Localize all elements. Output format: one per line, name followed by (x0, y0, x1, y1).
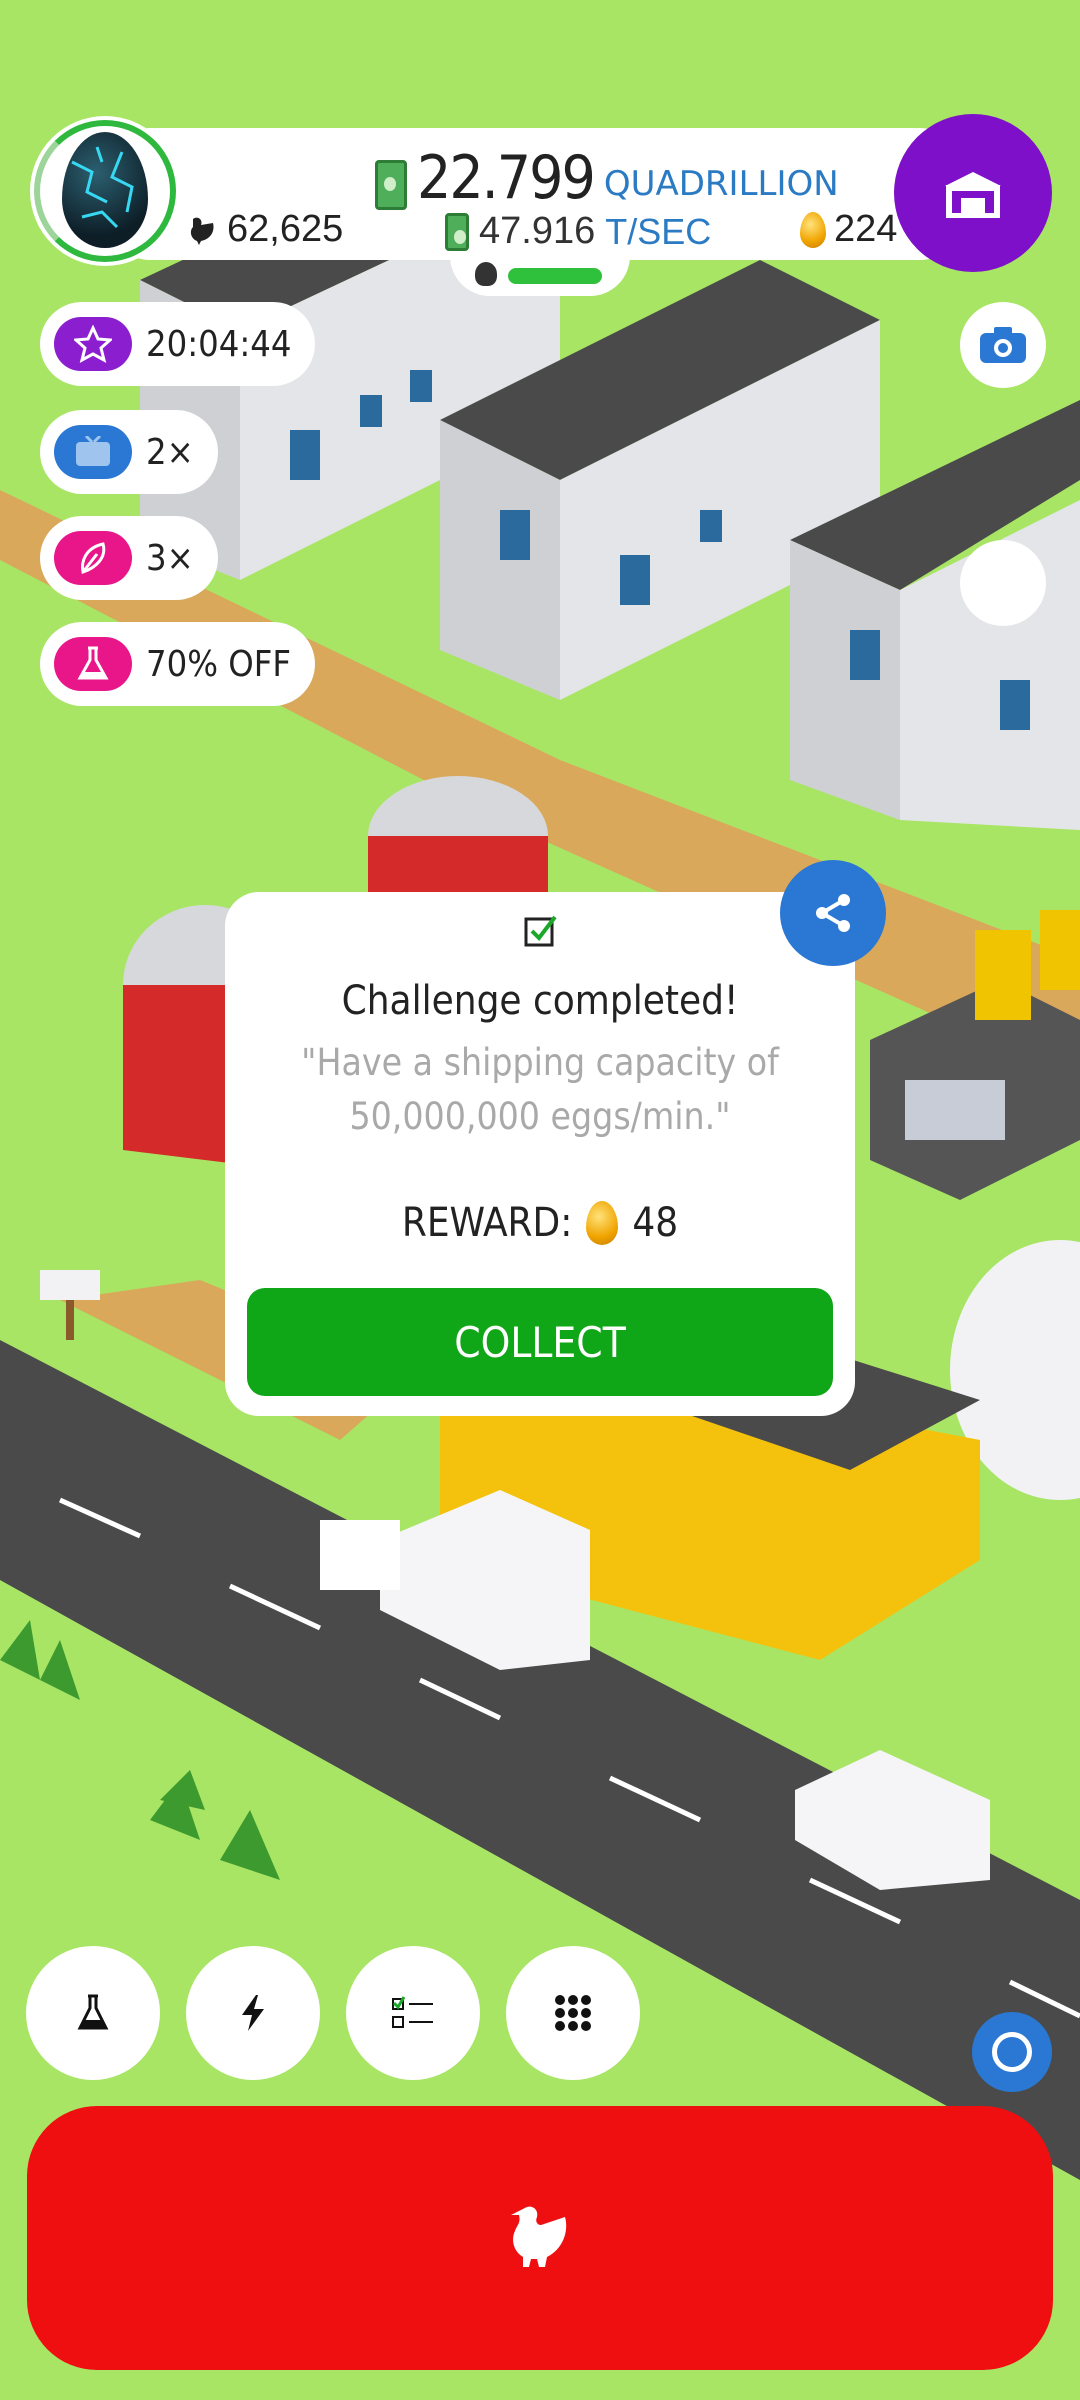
menu-button[interactable] (506, 1946, 640, 2080)
golden-egg-icon (800, 211, 826, 248)
flask-icon (54, 637, 132, 691)
missions-button[interactable] (346, 1946, 480, 2080)
chicken-count-value: 62,625 (227, 208, 344, 250)
video-boost-text: 2× (146, 431, 194, 473)
assistant-button[interactable] (972, 2012, 1052, 2092)
rate-unit: T/SEC (605, 210, 712, 252)
earning-rate: 47.916 T/SEC (445, 210, 711, 253)
money-value: 22.799 (417, 143, 596, 213)
chicken-count: 62,625 (185, 208, 343, 251)
boosts-button[interactable] (186, 1946, 320, 2080)
camera-icon (980, 327, 1026, 363)
hatch-chicken-button[interactable] (27, 2106, 1053, 2370)
golden-egg-count[interactable]: 224 (800, 208, 897, 251)
chicken-icon (511, 2206, 567, 2267)
golden-egg-value: 224 (834, 208, 898, 250)
research-discount-text: 70% OFF (146, 643, 292, 685)
tv-icon (54, 425, 132, 479)
hatch-progress-bar (508, 268, 602, 284)
share-button[interactable] (780, 860, 886, 966)
money-unit: QUADRILLION (603, 164, 839, 204)
camera-button[interactable] (960, 302, 1046, 388)
grid-icon (555, 1995, 591, 2031)
dialog-title: Challenge completed! (341, 978, 739, 1024)
feather-icon (54, 531, 132, 585)
rate-value: 47.916 (479, 210, 596, 252)
chicken-icon (475, 262, 497, 286)
feather-boost-pill[interactable]: 3× (40, 516, 218, 600)
reward-value: 48 (632, 1200, 679, 1246)
research-button[interactable] (26, 1946, 160, 2080)
flask-icon (77, 1994, 109, 2030)
feather-boost-text: 3× (146, 537, 194, 579)
collect-button[interactable]: COLLECT (247, 1288, 833, 1396)
dialog-description: "Have a shipping capacity of 50,000,000 … (301, 1041, 779, 1138)
share-icon (816, 894, 850, 932)
boost-timer-pill[interactable]: 20:04:44 (40, 302, 316, 386)
store-icon (945, 172, 1001, 218)
drone-target-button[interactable] (960, 540, 1046, 626)
cash-icon (445, 212, 469, 251)
research-discount-pill[interactable]: 70% OFF (40, 622, 316, 706)
checklist-icon (392, 1996, 433, 2028)
video-boost-pill[interactable]: 2× (40, 410, 218, 494)
reward-label: REWARD: (401, 1200, 573, 1246)
cash-icon (375, 160, 407, 210)
reward-row: REWARD: 48 (225, 1200, 855, 1246)
star-icon (54, 317, 132, 371)
checkbox-icon (524, 915, 557, 947)
golden-egg-icon (586, 1201, 619, 1245)
circle-icon (992, 2032, 1032, 2072)
money-display: 22.799 QUADRILLION (375, 140, 839, 210)
lightning-icon (242, 1995, 264, 2031)
store-button[interactable] (894, 114, 1052, 272)
chicken-icon (190, 217, 214, 245)
boost-timer-text: 20:04:44 (146, 323, 292, 365)
